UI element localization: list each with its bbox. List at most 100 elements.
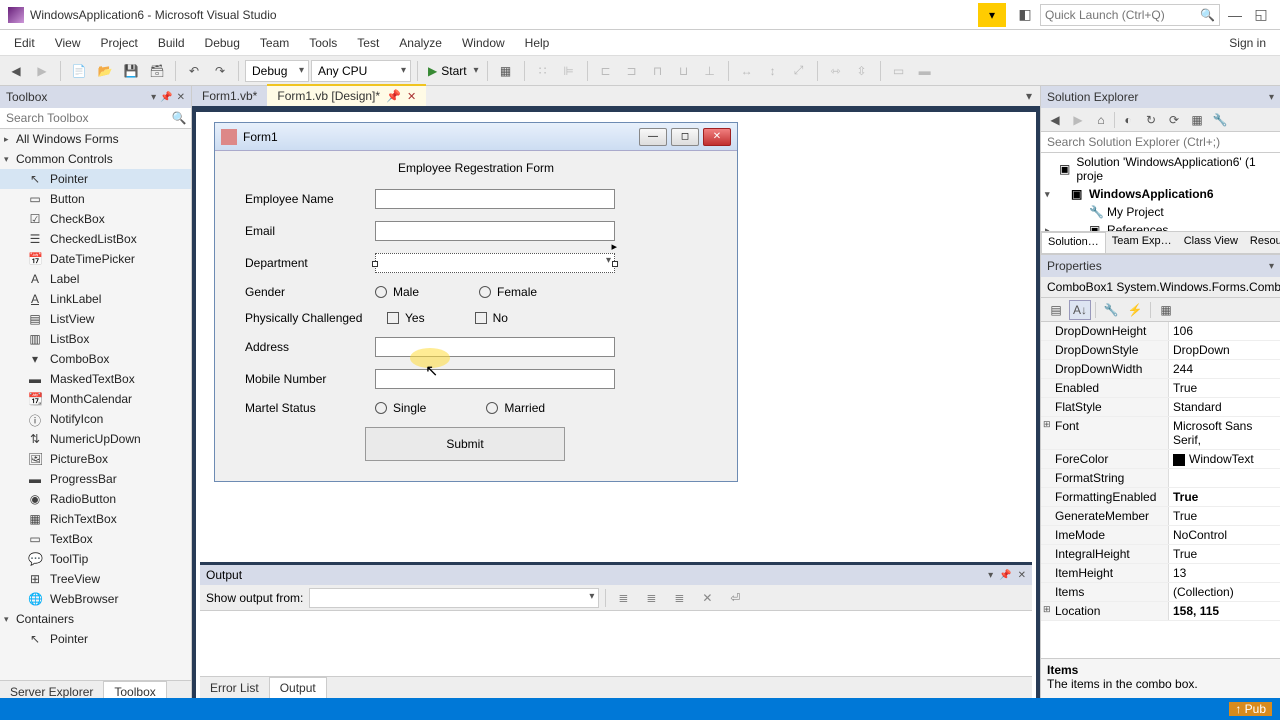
property-row[interactable]: FlatStyleStandard [1041,398,1280,417]
quick-launch[interactable]: 🔍 [1040,4,1220,26]
toolbox-search-input[interactable] [0,108,167,128]
toolbox-item-combobox[interactable]: ▾ComboBox [0,349,191,369]
tab-dropdown-icon[interactable]: ▾ [1018,86,1040,106]
property-row[interactable]: GenerateMemberTrue [1041,507,1280,526]
props-events-icon[interactable]: ⚡ [1124,300,1146,320]
platform-combo[interactable]: Any CPU [311,60,411,82]
toolbox-item-richtextbox[interactable]: ▦RichTextBox [0,509,191,529]
toolbox-item-monthcalendar[interactable]: 📆MonthCalendar [0,389,191,409]
dropdown-icon[interactable]: ▾ [1269,261,1274,272]
menu-build[interactable]: Build [148,32,195,54]
property-row[interactable]: Items(Collection) [1041,583,1280,602]
close-icon[interactable]: ✕ [407,90,416,103]
property-row[interactable]: EnabledTrue [1041,379,1280,398]
toolbox-item-listview[interactable]: ▤ListView [0,309,191,329]
tab-error-list[interactable]: Error List [200,678,269,698]
restore-button[interactable]: ◱ [1250,6,1272,23]
sol-refresh-icon[interactable]: ↻ [1141,110,1161,130]
property-row[interactable]: ItemHeight13 [1041,564,1280,583]
align-2-icon[interactable]: ⊐ [620,59,644,83]
check-yes[interactable]: Yes [387,311,425,325]
menu-debug[interactable]: Debug [195,32,250,54]
toolbox-item-numericupdown[interactable]: ⇅NumericUpDown [0,429,191,449]
close-icon[interactable]: ✕ [1018,570,1026,581]
property-row[interactable]: ⊞Location158, 115 [1041,602,1280,621]
sol-myproject[interactable]: 🔧My Project [1041,203,1280,221]
input-email[interactable] [375,221,615,241]
publish-button[interactable]: ↑ Pub [1229,702,1272,716]
toolbox-item-listbox[interactable]: ▥ListBox [0,329,191,349]
submit-button[interactable]: Submit [365,427,565,461]
toolbox-item-datetimepicker[interactable]: 📅DateTimePicker [0,249,191,269]
toolbox-cat-containers[interactable]: Containers [0,609,191,629]
toolbox-item-webbrowser[interactable]: 🌐WebBrowser [0,589,191,609]
tb-icon-1[interactable]: ▦ [494,59,518,83]
menu-tools[interactable]: Tools [299,32,347,54]
menu-test[interactable]: Test [347,32,389,54]
notification-flag-icon[interactable]: ▾ [978,3,1006,27]
size-3-icon[interactable]: ⤢ [787,59,811,83]
property-row[interactable]: DropDownHeight106 [1041,322,1280,341]
open-file-icon[interactable]: 📂 [93,59,117,83]
input-name[interactable] [375,189,615,209]
menu-view[interactable]: View [45,32,91,54]
property-row[interactable]: ForeColorWindowText [1041,450,1280,469]
toolbox-tree[interactable]: All Windows Forms Common Controls ↖Point… [0,129,191,680]
pin-icon[interactable]: 📌 [386,89,401,103]
form-close-button[interactable]: ✕ [703,128,731,146]
menu-project[interactable]: Project [90,32,147,54]
radio-male[interactable]: Male [375,285,419,299]
output-wrap-icon[interactable]: ⏎ [724,588,746,608]
output-source-combo[interactable] [309,588,599,608]
props-alphabetical-icon[interactable]: A↓ [1069,300,1091,320]
property-row[interactable]: FormattingEnabledTrue [1041,488,1280,507]
toolbox-item-picturebox[interactable]: 🖼PictureBox [0,449,191,469]
property-row[interactable]: DropDownWidth244 [1041,360,1280,379]
sol-sync-icon[interactable]: ⟳ [1164,110,1184,130]
output-btn-1[interactable]: ≣ [612,588,634,608]
toolbox-item-pointer2[interactable]: ↖Pointer [0,629,191,649]
quick-launch-input[interactable] [1045,8,1200,22]
tab-form1-vb[interactable]: Form1.vb* [192,86,267,106]
check-no[interactable]: No [475,311,508,325]
property-row[interactable]: ImeModeNoControl [1041,526,1280,545]
sol-references[interactable]: ▸▣References [1041,221,1280,231]
output-btn-3[interactable]: ≣ [668,588,690,608]
tab-form1-design[interactable]: Form1.vb [Design]*📌✕ [267,84,426,106]
tab-class-view[interactable]: Class View [1178,232,1244,253]
nav-forward-icon[interactable]: ▶ [30,59,54,83]
toolbox-item-button[interactable]: ▭Button [0,189,191,209]
sol-fwd-icon[interactable]: ▶ [1068,110,1088,130]
toolbox-item-label[interactable]: ALabel [0,269,191,289]
start-button[interactable]: ▶Start [424,62,481,80]
menu-window[interactable]: Window [452,32,515,54]
radio-female[interactable]: Female [479,285,537,299]
properties-object[interactable]: ComboBox1 System.Windows.Forms.Comb [1041,277,1280,298]
save-icon[interactable]: 💾 [119,59,143,83]
feedback-icon[interactable]: ◧ [1014,6,1036,23]
menu-edit[interactable]: Edit [4,32,45,54]
menu-analyze[interactable]: Analyze [389,32,452,54]
toolbox-item-maskedtextbox[interactable]: ▬MaskedTextBox [0,369,191,389]
toolbox-cat-all[interactable]: All Windows Forms [0,129,191,149]
props-categorized-icon[interactable]: ▤ [1045,300,1067,320]
align-5-icon[interactable]: ⊥ [698,59,722,83]
undo-icon[interactable]: ↶ [182,59,206,83]
new-project-icon[interactable]: 📄 [67,59,91,83]
radio-single[interactable]: Single [375,401,426,415]
sign-in-link[interactable]: Sign in [1229,36,1276,50]
sol-props-icon[interactable]: 🔧 [1210,110,1230,130]
radio-married[interactable]: Married [486,401,545,415]
redo-icon[interactable]: ↷ [208,59,232,83]
toolbox-item-tooltip[interactable]: 💬ToolTip [0,549,191,569]
property-row[interactable]: IntegralHeightTrue [1041,545,1280,564]
form-minimize-button[interactable]: — [639,128,667,146]
input-mobile[interactable] [375,369,615,389]
property-row[interactable]: FormatString [1041,469,1280,488]
align-grid-icon[interactable]: ∷ [531,59,555,83]
nav-back-icon[interactable]: ◀ [4,59,28,83]
sol-root[interactable]: ▣Solution 'WindowsApplication6' (1 proje [1041,153,1280,185]
output-body[interactable] [200,611,1032,676]
solution-tree[interactable]: ▣Solution 'WindowsApplication6' (1 proje… [1041,153,1280,231]
sol-home-icon[interactable]: ⌂ [1091,110,1111,130]
